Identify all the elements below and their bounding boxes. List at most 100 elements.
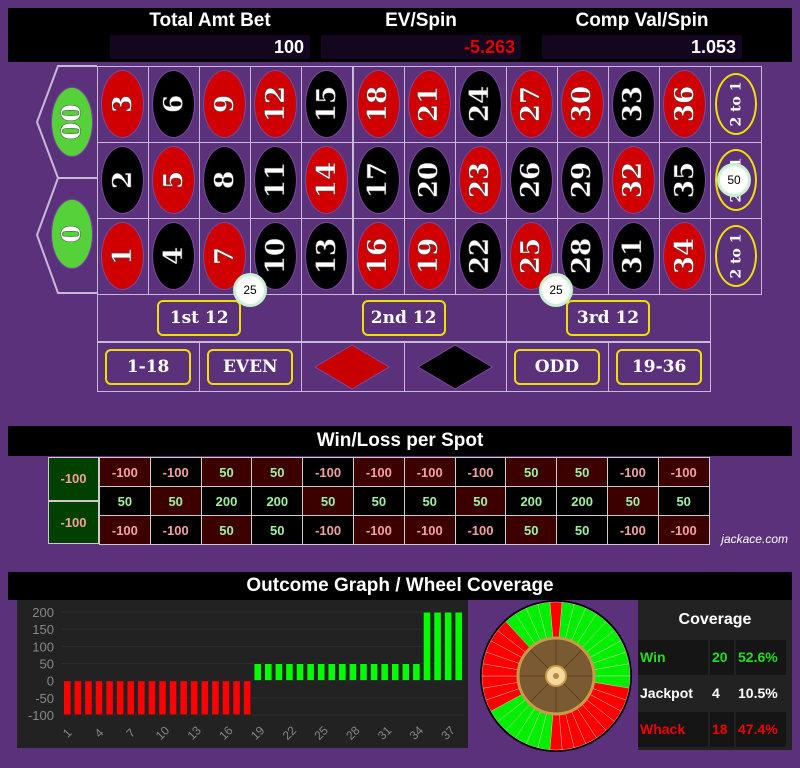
stats-header: Total Amt Bet 100 EV/Spin -5.263 Comp Va… — [8, 8, 792, 62]
dozen-2-button[interactable]: 2nd 12 — [361, 300, 446, 336]
bar — [221, 680, 231, 716]
number-35[interactable]: 35 — [664, 147, 706, 213]
number-label: 18 — [363, 85, 394, 123]
dozen-1-button[interactable]: 1st 12 — [157, 300, 242, 336]
y-tick-label: -50 — [35, 691, 54, 706]
winloss-cell: 200 — [251, 486, 304, 516]
total-bet-value: 100 — [110, 35, 310, 59]
number-16[interactable]: 16 — [357, 223, 399, 289]
number-4[interactable]: 4 — [153, 223, 195, 289]
winloss-cell: 50 — [353, 486, 405, 516]
coverage-row-win: Win 20 52.6% — [638, 640, 792, 675]
coverage-pct: 10.5% — [738, 685, 778, 701]
number-17[interactable]: 17 — [357, 147, 399, 213]
number-1[interactable]: 1 — [102, 223, 144, 289]
comp-label: Comp Val/Spin — [575, 10, 709, 31]
bar — [189, 680, 199, 716]
winloss-cell: -100 — [454, 457, 507, 487]
brand-link[interactable]: jackace.com — [721, 532, 788, 546]
number-label: 25 — [516, 237, 547, 275]
number-34[interactable]: 34 — [664, 223, 706, 289]
winloss-cell: 50 — [302, 486, 354, 516]
winloss-cell: -100 — [149, 457, 202, 487]
bet-1-18-button[interactable]: 1-18 — [105, 349, 192, 385]
winloss-cell: -100 — [454, 515, 507, 545]
chip-column-2[interactable]: 50 — [720, 166, 748, 194]
number-label: 20 — [414, 161, 445, 199]
number-label: 13 — [311, 237, 343, 275]
bar — [295, 663, 305, 682]
number-29[interactable]: 29 — [561, 147, 603, 213]
bar — [105, 680, 114, 716]
bar — [422, 611, 432, 682]
wheel-center-dot — [553, 673, 559, 679]
number-label: 5 — [158, 170, 189, 190]
number-20[interactable]: 20 — [408, 147, 450, 213]
number-22[interactable]: 22 — [459, 223, 501, 289]
bar — [412, 663, 421, 682]
number-label: 15 — [311, 85, 343, 123]
coverage-count: 20 — [710, 640, 734, 675]
x-tick-label: 1 — [60, 725, 75, 740]
bar — [401, 663, 411, 682]
number-24[interactable]: 24 — [459, 71, 501, 137]
number-26[interactable]: 26 — [510, 147, 552, 213]
bar — [327, 663, 337, 682]
number-label: 0 — [57, 224, 88, 244]
number-23[interactable]: 23 — [459, 147, 501, 213]
ev-value: -5.263 — [321, 35, 521, 59]
number-18[interactable]: 18 — [357, 71, 399, 137]
bet-19-36-button[interactable]: 19-36 — [616, 349, 703, 385]
chip-six-line-7-12[interactable]: 25 — [236, 276, 264, 304]
number-0[interactable]: 0 — [52, 200, 92, 268]
ev-label: EV/Spin — [385, 10, 457, 31]
number-label: 14 — [311, 161, 343, 199]
coverage-label: Whack — [638, 712, 708, 747]
number-9[interactable]: 9 — [204, 71, 246, 137]
number-31[interactable]: 31 — [613, 223, 655, 289]
number-32[interactable]: 32 — [613, 147, 655, 213]
chip-six-line-25-30[interactable]: 25 — [542, 276, 570, 304]
number-2[interactable]: 2 — [102, 147, 144, 213]
diamond-icon — [416, 344, 493, 390]
bar — [168, 680, 178, 716]
bar — [211, 680, 220, 716]
ev-stat: EV/Spin -5.263 — [321, 8, 521, 59]
number-33[interactable]: 33 — [613, 71, 655, 137]
coverage-count: 18 — [710, 712, 734, 747]
number-3[interactable]: 3 — [102, 71, 144, 137]
coverage-label: Jackpot — [640, 685, 693, 701]
dozen-3-button[interactable]: 3rd 12 — [566, 300, 650, 336]
number-28[interactable]: 28 — [561, 223, 603, 289]
outcome-chart: 200 150 100 50 0 -50 -100 1 4 7 10 13 16 19 22 25 28 31 34… — [17, 600, 468, 748]
bet-even-button[interactable]: EVEN — [207, 349, 294, 385]
bet-odd-button[interactable]: ODD — [513, 349, 600, 385]
red-bet[interactable] — [301, 342, 403, 392]
bar — [147, 680, 157, 716]
bar — [285, 663, 294, 682]
number-30[interactable]: 30 — [561, 71, 603, 137]
y-tick-label: 0 — [47, 674, 54, 689]
winloss-cell: -100 — [657, 457, 710, 487]
column-bet-1[interactable]: 2 to 1 — [715, 225, 758, 287]
number-label: 23 — [465, 161, 496, 199]
number-00[interactable]: 00 — [52, 88, 92, 156]
wheel-coverage — [480, 600, 632, 752]
number-label: 21 — [414, 85, 445, 123]
black-bet[interactable] — [404, 342, 506, 392]
number-label: 11 — [260, 161, 292, 199]
number-21[interactable]: 21 — [408, 71, 450, 137]
winloss-cell: 200 — [556, 486, 608, 516]
number-19[interactable]: 19 — [408, 223, 450, 289]
number-36[interactable]: 36 — [664, 71, 706, 137]
number-27[interactable]: 27 — [510, 71, 552, 137]
number-6[interactable]: 6 — [153, 71, 195, 137]
number-8[interactable]: 8 — [204, 147, 246, 213]
winloss-cell: -100 — [353, 515, 405, 545]
column-bet-3[interactable]: 2 to 1 — [715, 73, 758, 135]
bar — [63, 680, 72, 716]
number-5[interactable]: 5 — [153, 147, 195, 213]
total-bet-stat: Total Amt Bet 100 — [110, 8, 310, 59]
x-tick-label: 7 — [123, 725, 138, 740]
bar — [390, 663, 400, 682]
